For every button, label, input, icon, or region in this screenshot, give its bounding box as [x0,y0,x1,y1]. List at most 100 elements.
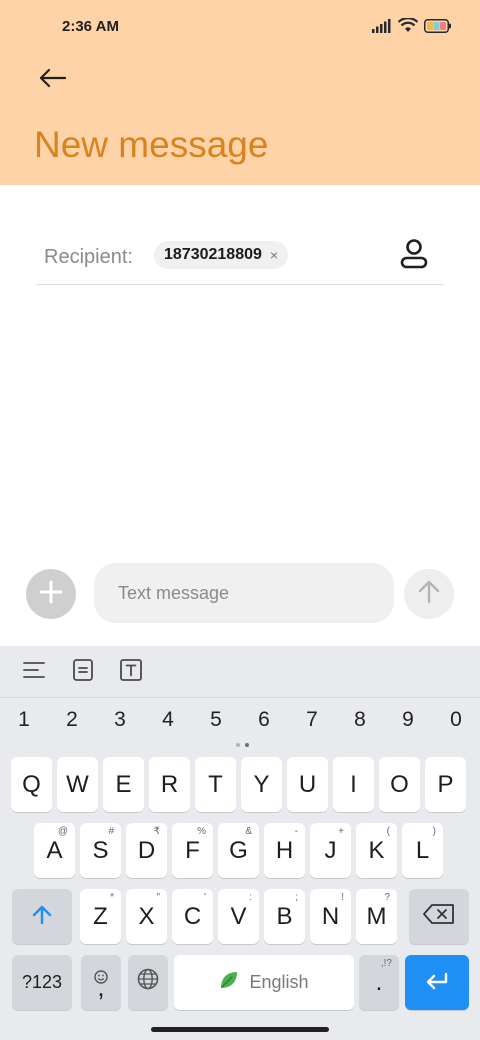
app-header: 2:36 AM New message [0,0,480,185]
key-secondary-label: ₹ [153,826,160,837]
text-align-button[interactable] [19,658,49,686]
page-title: New message [34,124,269,165]
key-label: F [185,836,200,864]
letter-key[interactable]: % F [172,823,213,878]
key-label: J [324,836,337,864]
language-key[interactable] [128,955,168,1010]
letter-key[interactable]: Q [11,757,52,812]
letter-key[interactable]: & G [218,823,259,878]
key-label: Q [22,770,41,798]
number-key[interactable]: 2 [48,708,96,732]
space-key-label: English [249,972,309,992]
key-secondary-label: - [294,826,298,837]
letter-key[interactable]: " X [126,889,167,944]
letter-key[interactable]: (K [356,823,397,878]
letter-key[interactable]: -H [264,823,305,878]
page-indicator [236,743,252,749]
letter-key[interactable]: ) L [402,823,443,878]
emoji-icon [94,963,108,991]
letter-key[interactable]: E [103,757,144,812]
screen: 2:36 AM New message Recipient: 187302188… [0,0,480,1040]
wifi-icon [397,17,419,38]
space-key[interactable]: English [174,955,354,1010]
key-label: W [66,770,89,798]
status-icons [372,17,452,38]
key-secondary-label: ; [295,892,298,903]
back-button[interactable] [30,62,74,98]
letter-key[interactable]: ? M [356,889,397,944]
number-row: 1234567890 [0,708,480,738]
letter-key[interactable]: * Z [80,889,121,944]
letter-key[interactable]: ; B [264,889,305,944]
letter-key[interactable]: U [287,757,328,812]
number-key[interactable]: 6 [240,708,288,732]
number-key[interactable]: 1 [0,708,48,732]
text-align-icon [23,661,45,684]
letter-key[interactable]: + J [310,823,351,878]
letter-key[interactable]: R [149,757,190,812]
key-label: L [415,836,430,864]
recipient-chip-number: 18730218809 [164,246,262,263]
letter-key[interactable]: ₹ D [126,823,167,878]
home-indicator[interactable] [151,1027,329,1032]
key-label: Y [253,770,270,798]
number-key[interactable]: 5 [192,708,240,732]
key-secondary-label: ! [341,892,344,903]
clipboard-button[interactable] [68,658,98,686]
letter-key[interactable]: O [379,757,420,812]
letter-key[interactable]: Y [241,757,282,812]
key-label: V [230,902,247,930]
key-secondary-label: : [249,892,252,903]
message-input[interactable] [94,563,394,623]
recipient-chip[interactable]: 18730218809 × [154,241,289,269]
letter-key[interactable]: # S [80,823,121,878]
text-format-button[interactable] [116,658,146,686]
globe-icon [137,968,159,997]
key-label: K [368,836,385,864]
key-secondary-label: # [108,826,114,837]
send-button[interactable] [404,569,454,619]
chip-close-icon[interactable]: × [270,247,278,263]
symbols-key-label: ?123 [21,972,63,992]
key-secondary-label: * [110,892,114,903]
back-arrow-icon [38,68,67,93]
number-key[interactable]: 4 [144,708,192,732]
shift-key[interactable] [12,889,72,944]
letter-key[interactable]: ! N [310,889,351,944]
key-label: G [229,836,248,864]
number-key[interactable]: 7 [288,708,336,732]
text-format-icon [120,658,142,686]
key-secondary-label: ) [432,826,436,837]
letter-key[interactable]: @ A [34,823,75,878]
key-label: C [183,902,202,930]
clipboard-icon [72,658,94,686]
key-secondary-label: @ [57,826,68,837]
letter-key[interactable]: P [425,757,466,812]
recipient-field[interactable]: Recipient: 18730218809 × [36,232,444,285]
symbols-key[interactable]: ?123 [12,955,72,1010]
add-attachment-button[interactable] [26,569,76,619]
key-secondary-label: ( [386,826,390,837]
key-secondary-label: % [197,826,206,837]
letter-key[interactable]: ' C [172,889,213,944]
contact-picker-button[interactable] [394,238,434,274]
key-secondary-label: ? [384,892,390,903]
status-time: 2:36 AM [62,18,119,35]
keyboard: 1234567890 QWERTYUIOP @ A # S ₹ D% F & G - H + J(K) L… [0,646,480,1040]
number-key[interactable]: 0 [432,708,480,732]
enter-key[interactable] [405,955,469,1010]
backspace-key[interactable] [409,889,469,944]
letter-key[interactable]: T [195,757,236,812]
number-key[interactable]: 9 [384,708,432,732]
letter-key[interactable]: I [333,757,374,812]
number-key[interactable]: 3 [96,708,144,732]
status-bar: 2:36 AM [0,0,480,56]
key-label: B [276,902,293,930]
plus-icon [39,580,63,609]
number-key[interactable]: 8 [336,708,384,732]
letter-key[interactable]: :V [218,889,259,944]
letter-key[interactable]: W [57,757,98,812]
comma-emoji-key[interactable]: , [81,955,121,1010]
signal-icon [372,18,392,38]
period-key[interactable]: ,!? . [359,955,399,1010]
